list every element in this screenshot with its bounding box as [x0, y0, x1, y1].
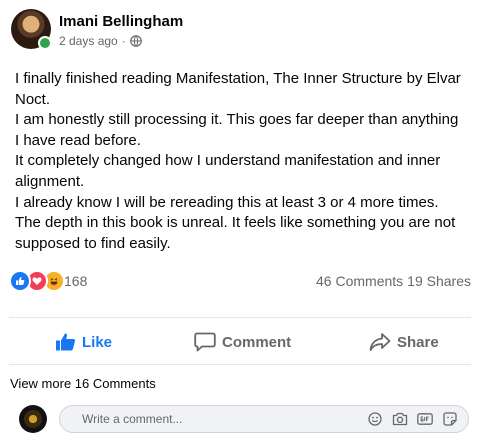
meta-separator: · — [121, 34, 126, 48]
post-paragraph: The depth in this book is unreal. It fee… — [15, 214, 456, 252]
commenter-avatar[interactable] — [19, 405, 47, 433]
like-reaction-icon — [9, 270, 31, 292]
comment-icon — [194, 332, 216, 352]
post-paragraph: I finally finished reading Manifestation… — [15, 70, 461, 108]
sticker-icon[interactable] — [442, 411, 458, 427]
post-body: I finally finished reading Manifestation… — [15, 69, 465, 254]
post-header: Imani Bellingham 2 days ago · — [11, 9, 471, 51]
like-button[interactable]: Like — [56, 322, 112, 362]
author-avatar[interactable] — [11, 9, 52, 50]
post-time[interactable]: 2 days ago — [59, 34, 118, 48]
reaction-count[interactable]: 168 — [64, 273, 87, 289]
share-icon — [369, 333, 391, 351]
divider — [9, 317, 471, 318]
action-bar: Like Comment Share — [9, 322, 471, 362]
post-stats: 168 46 Comments 19 Shares — [9, 270, 471, 292]
share-label: Share — [397, 333, 439, 351]
view-more-comments-link[interactable]: View more 16 Comments — [10, 376, 156, 391]
comment-count[interactable]: 46 Comments — [316, 273, 403, 289]
post-paragraph: It completely changed how I understand m… — [15, 152, 441, 190]
comment-label: Comment — [222, 333, 292, 351]
author-name[interactable]: Imani Bellingham — [59, 13, 183, 30]
post-meta: 2 days ago · — [59, 34, 142, 48]
post-card: Imani Bellingham 2 days ago · I finally … — [0, 0, 481, 443]
post-paragraph: I already know I will be rereading this … — [15, 193, 439, 211]
share-button[interactable]: Share — [369, 322, 439, 362]
share-count[interactable]: 19 Shares — [407, 273, 471, 289]
composer-icons — [367, 411, 458, 427]
comment-input[interactable] — [82, 411, 342, 427]
camera-icon[interactable] — [392, 411, 408, 427]
like-label: Like — [82, 333, 113, 351]
thumbs-up-icon — [56, 333, 76, 351]
globe-icon[interactable] — [129, 35, 142, 47]
engagement-counts: 46 Comments 19 Shares — [316, 273, 471, 289]
comment-button[interactable]: Comment — [194, 322, 291, 362]
reaction-icons[interactable] — [9, 270, 65, 292]
online-status-dot — [38, 36, 52, 50]
gif-icon[interactable] — [417, 411, 433, 427]
emoji-icon[interactable] — [367, 411, 383, 427]
divider — [9, 364, 471, 365]
post-paragraph: I am honestly still processing it. This … — [15, 111, 459, 149]
comment-composer[interactable] — [59, 405, 469, 433]
